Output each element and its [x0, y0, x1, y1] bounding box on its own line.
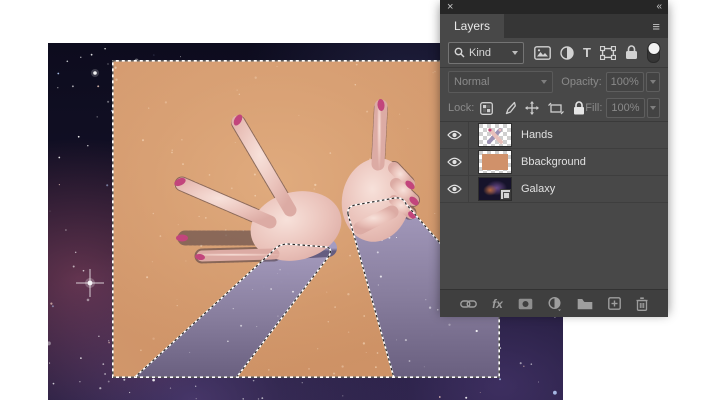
layer-name: Bbackground: [521, 156, 586, 168]
chevron-down-icon: [512, 50, 519, 55]
lock-transparency-icon[interactable]: [480, 101, 494, 115]
search-icon: [454, 47, 465, 58]
fill-dropdown-button[interactable]: [646, 98, 660, 118]
visibility-eye-icon[interactable]: [440, 149, 469, 175]
visibility-eye-icon[interactable]: [440, 122, 469, 148]
fill-value: 100%: [611, 102, 640, 114]
panel-tab-bar: Layers ≡: [440, 14, 668, 38]
opacity-label: Opacity:: [561, 75, 602, 88]
lock-all-icon[interactable]: [573, 101, 585, 115]
new-layer-icon[interactable]: [607, 297, 621, 310]
opacity-dropdown-button[interactable]: [646, 71, 660, 92]
panel-menu-icon[interactable]: ≡: [652, 14, 660, 38]
layer-row-galaxy[interactable]: Galaxy: [440, 176, 668, 203]
add-layer-mask-icon[interactable]: [518, 298, 533, 310]
tab-layers[interactable]: Layers: [440, 14, 505, 38]
lock-row: Lock: Fill: 100%: [440, 95, 668, 122]
lock-position-icon[interactable]: [525, 101, 540, 115]
new-group-folder-icon[interactable]: [577, 298, 593, 310]
layer-name: Galaxy: [521, 183, 556, 195]
layer-thumbnail-galaxy[interactable]: [478, 177, 512, 201]
layer-thumbnail-hands[interactable]: [478, 123, 512, 147]
adjustment-layer-filter-icon[interactable]: [560, 45, 574, 60]
chevron-down-icon: [541, 79, 548, 84]
blend-mode-value: Normal: [454, 75, 490, 88]
layers-panel: × « Layers ≡ Kind T Normal Opacity: 100%…: [440, 0, 668, 317]
pixel-layer-filter-icon[interactable]: [534, 45, 551, 60]
collapse-icon[interactable]: «: [656, 0, 661, 14]
left-forearm: [134, 244, 331, 378]
delete-layer-trash-icon[interactable]: [636, 296, 648, 311]
close-icon[interactable]: ×: [447, 0, 453, 14]
shape-layer-filter-icon[interactable]: [600, 45, 616, 60]
fill-label: Fill:: [585, 102, 603, 114]
panel-header-bar: × «: [440, 0, 668, 14]
photoshop-workspace: × « Layers ≡ Kind T Normal Opacity: 100%…: [0, 0, 720, 400]
smart-object-filter-icon[interactable]: [625, 45, 638, 60]
link-layers-icon[interactable]: [460, 299, 478, 309]
blend-row: Normal Opacity: 100%: [440, 68, 668, 95]
filter-kind-label: Kind: [469, 46, 492, 59]
filter-row: Kind T: [440, 38, 668, 68]
layer-name: Hands: [521, 129, 553, 141]
lock-pixels-brush-icon[interactable]: [502, 101, 517, 115]
lock-label: Lock:: [448, 102, 475, 114]
smart-object-badge-icon: [500, 189, 511, 200]
layer-row-bbackground[interactable]: Bbackground: [440, 149, 668, 176]
fill-value-box[interactable]: 100%: [606, 98, 645, 118]
layer-thumbnail-bbackground[interactable]: [478, 150, 512, 174]
opacity-value-box[interactable]: 100%: [605, 71, 645, 92]
layer-style-fx-icon[interactable]: fx: [492, 298, 503, 310]
layer-row-hands[interactable]: Hands: [440, 122, 668, 149]
filter-kind-dropdown[interactable]: Kind: [448, 41, 525, 64]
layer-list: Hands Bbackground Galaxy: [440, 122, 668, 289]
layer-list-empty-area[interactable]: [440, 203, 668, 289]
new-adjustment-layer-icon[interactable]: [548, 296, 562, 311]
filter-toggle-switch[interactable]: [647, 43, 660, 63]
type-layer-filter-icon[interactable]: T: [583, 46, 591, 59]
lock-artboard-icon[interactable]: [548, 102, 565, 115]
panel-footer-toolbar: fx: [440, 289, 668, 317]
blend-mode-dropdown[interactable]: Normal: [448, 70, 554, 93]
visibility-eye-icon[interactable]: [440, 176, 469, 202]
opacity-value: 100%: [610, 75, 639, 88]
